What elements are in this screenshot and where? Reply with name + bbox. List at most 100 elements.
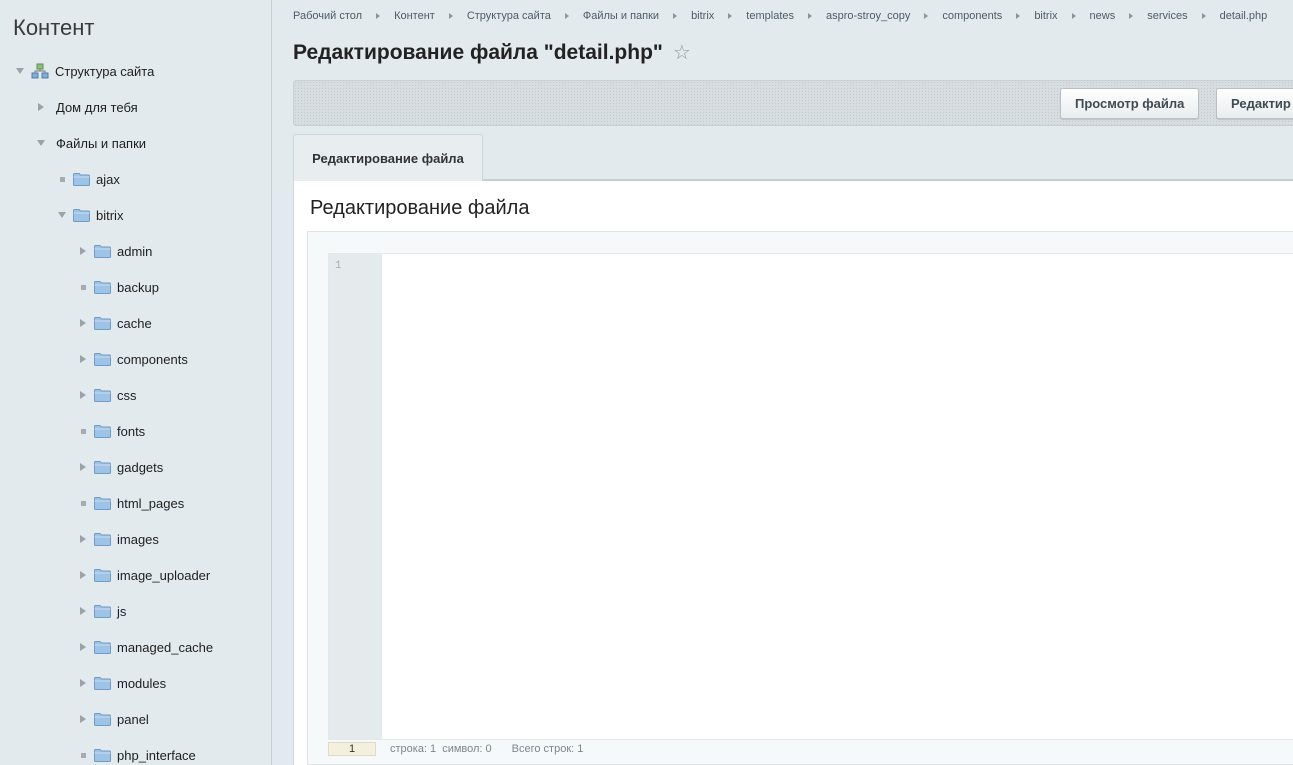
sidebar-item-label: components	[117, 351, 188, 367]
folder-icon	[94, 677, 111, 690]
sidebar-item[interactable]: gadgets	[76, 455, 163, 479]
code-input-area[interactable]	[382, 254, 1293, 739]
collapse-arrow-icon[interactable]	[76, 604, 90, 618]
sidebar-item-label: bitrix	[96, 207, 124, 223]
breadcrumb-arrow-icon	[728, 13, 733, 19]
sidebar-item[interactable]: managed_cache	[76, 635, 213, 659]
sidebar-item-label: backup	[117, 279, 159, 295]
status-symbol: символ: 0	[442, 743, 492, 755]
leaf-marker-icon	[76, 280, 90, 294]
folder-icon	[94, 353, 111, 366]
sidebar-item[interactable]: js	[76, 599, 126, 623]
collapse-arrow-icon[interactable]	[76, 676, 90, 690]
collapse-arrow-icon[interactable]	[76, 640, 90, 654]
folder-icon	[94, 245, 111, 258]
sidebar-item-label: fonts	[117, 423, 146, 439]
expand-arrow-icon[interactable]	[55, 208, 69, 222]
breadcrumb-arrow-icon	[448, 13, 453, 19]
breadcrumb-arrow-icon	[376, 13, 381, 19]
breadcrumb-link[interactable]: components	[942, 10, 1002, 22]
sidebar-item[interactable]: Структура сайта	[13, 59, 154, 83]
collapse-arrow-icon[interactable]	[76, 244, 90, 258]
breadcrumb-arrow-icon	[1129, 13, 1134, 19]
breadcrumb-link[interactable]: Структура сайта	[467, 10, 551, 22]
sidebar-item-label: modules	[117, 675, 167, 691]
main-content: Рабочий стол Контент Структура сайта Файлы …	[273, 0, 1293, 765]
folder-icon	[94, 641, 111, 654]
breadcrumb: Рабочий стол Контент Структура сайта Файлы …	[293, 10, 1267, 22]
edit-button[interactable]: Редактир	[1216, 88, 1293, 119]
breadcrumb-arrow-icon	[924, 13, 929, 19]
folder-icon	[94, 569, 111, 582]
view-file-button[interactable]: Просмотр файла	[1060, 88, 1200, 119]
toolbar: Просмотр файла Редактир	[293, 80, 1293, 126]
collapse-arrow-icon[interactable]	[76, 460, 90, 474]
folder-icon	[94, 281, 111, 294]
folder-icon	[94, 533, 111, 546]
sidebar-item-label: Файлы и папки	[56, 135, 147, 151]
sidebar-item[interactable]: cache	[76, 311, 152, 335]
sidebar-item[interactable]: Файлы и папки	[34, 131, 146, 155]
sidebar-item[interactable]: html_pages	[76, 491, 184, 515]
sidebar-item[interactable]: admin	[76, 239, 152, 263]
sidebar-item-label: gadgets	[117, 459, 164, 475]
sidebar-item[interactable]: php_interface	[76, 743, 196, 765]
sidebar: Контент Структура сайта Дом для тебя Файлы…	[0, 0, 272, 765]
breadcrumb-link[interactable]: Рабочий стол	[293, 10, 362, 22]
code-editor: 1	[328, 253, 1293, 740]
expand-arrow-icon[interactable]	[13, 64, 27, 78]
collapse-arrow-icon[interactable]	[76, 352, 90, 366]
collapse-arrow-icon[interactable]	[76, 568, 90, 582]
sidebar-item[interactable]: components	[76, 347, 188, 371]
breadcrumb-arrow-icon	[808, 13, 812, 19]
expand-arrow-icon[interactable]	[34, 136, 48, 150]
sidebar-item-label: Дом для тебя	[56, 99, 138, 115]
site-structure-icon	[31, 63, 49, 79]
collapse-arrow-icon[interactable]	[76, 532, 90, 546]
breadcrumb-arrow-icon	[673, 13, 678, 19]
breadcrumb-link[interactable]: Файлы и папки	[583, 10, 659, 22]
tab-edit-file[interactable]: Редактирование файла	[293, 134, 483, 181]
leaf-marker-icon	[76, 748, 90, 762]
current-line-box: 1	[328, 742, 376, 756]
breadcrumb-link[interactable]: aspro-stroy_copy	[826, 10, 910, 22]
star-icon[interactable]: ☆	[673, 40, 691, 65]
line-number: 1	[335, 260, 342, 272]
leaf-marker-icon	[76, 424, 90, 438]
breadcrumb-link[interactable]: Контент	[394, 10, 435, 22]
breadcrumb-arrow-icon	[1201, 13, 1206, 19]
breadcrumb-link[interactable]: news	[1090, 10, 1116, 22]
sidebar-item[interactable]: css	[76, 383, 137, 407]
collapse-arrow-icon[interactable]	[76, 388, 90, 402]
collapse-arrow-icon[interactable]	[34, 100, 48, 114]
sidebar-item[interactable]: modules	[76, 671, 166, 695]
breadcrumb-link[interactable]: bitrix	[691, 10, 714, 22]
sidebar-item-label: image_uploader	[117, 567, 211, 583]
folder-icon	[94, 713, 111, 726]
breadcrumb-link[interactable]: bitrix	[1034, 10, 1057, 22]
breadcrumb-link[interactable]: services	[1147, 10, 1187, 22]
folder-icon	[73, 209, 90, 222]
collapse-arrow-icon[interactable]	[76, 712, 90, 726]
sidebar-item-label: php_interface	[117, 747, 196, 763]
sidebar-item-label: html_pages	[117, 495, 185, 511]
sidebar-item[interactable]: images	[76, 527, 159, 551]
sidebar-item[interactable]: Дом для тебя	[34, 95, 138, 119]
tabs-bar: Редактирование файла	[293, 134, 1293, 181]
sidebar-item-label: managed_cache	[117, 639, 214, 655]
leaf-marker-icon	[55, 172, 69, 186]
sidebar-item[interactable]: ajax	[55, 167, 120, 191]
breadcrumb-link[interactable]: templates	[746, 10, 794, 22]
sidebar-item-label: ajax	[96, 171, 120, 187]
sidebar-item-label: admin	[117, 243, 153, 259]
sidebar-item[interactable]: image_uploader	[76, 563, 210, 587]
sidebar-item[interactable]: fonts	[76, 419, 145, 443]
collapse-arrow-icon[interactable]	[76, 316, 90, 330]
line-number-gutter: 1	[329, 254, 382, 739]
sidebar-item-label: Структура сайта	[55, 63, 155, 79]
folder-icon	[94, 605, 111, 618]
sidebar-item[interactable]: bitrix	[55, 203, 123, 227]
sidebar-item[interactable]: backup	[76, 275, 159, 299]
sidebar-item[interactable]: panel	[76, 707, 149, 731]
sidebar-item-label: images	[117, 531, 159, 547]
